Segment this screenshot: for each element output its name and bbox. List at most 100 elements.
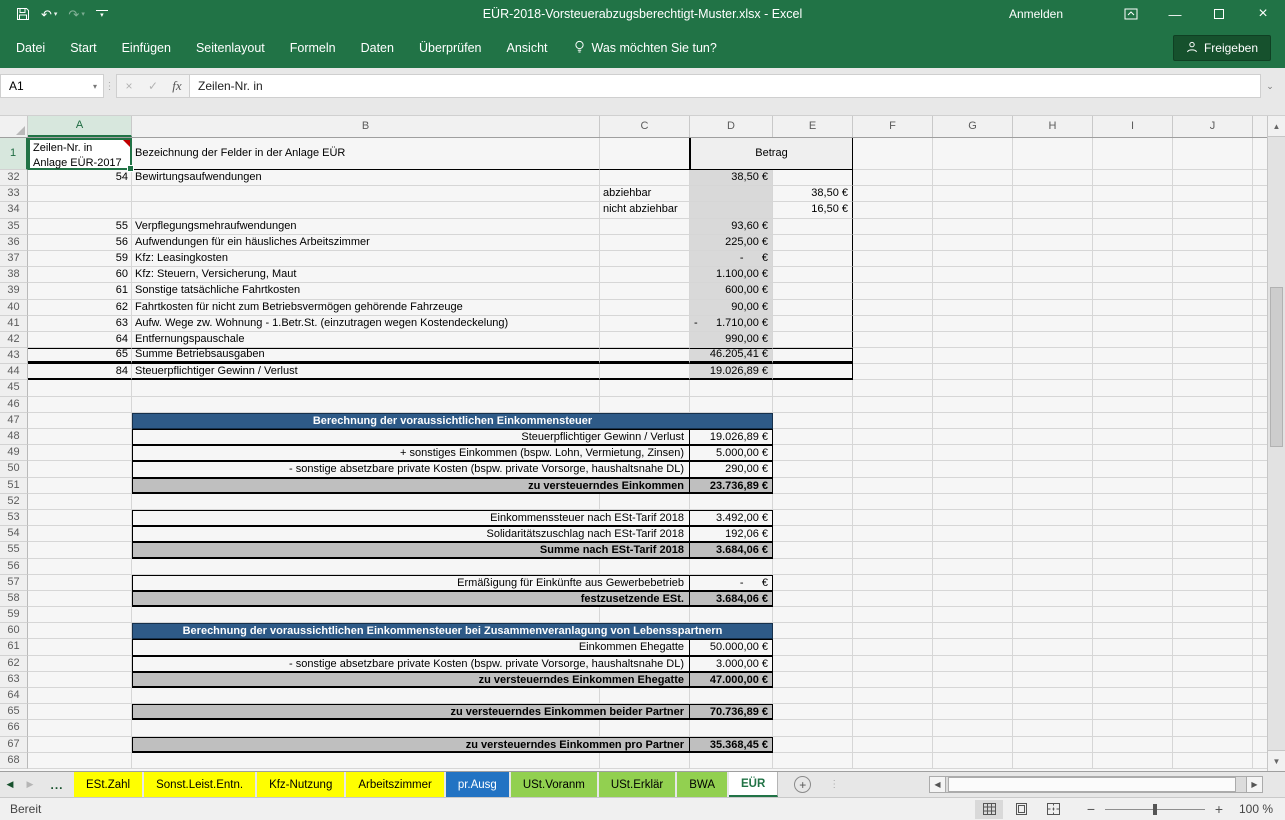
cells-F-J-row-32[interactable] bbox=[853, 170, 1267, 186]
cell-B41[interactable]: Aufw. Wege zw. Wohnung - 1.Betr.St. (ein… bbox=[132, 316, 600, 332]
cell-E67[interactable] bbox=[773, 737, 853, 753]
cell-D42[interactable]: 990,00 € bbox=[690, 332, 773, 348]
cell-A67[interactable] bbox=[28, 737, 132, 753]
cells-F-J-row-46[interactable] bbox=[853, 397, 1267, 413]
name-box-dropdown-icon[interactable]: ▾ bbox=[87, 82, 103, 91]
cell-E32[interactable] bbox=[773, 170, 853, 186]
cells-F-J-row-55[interactable] bbox=[853, 542, 1267, 558]
cell-E43[interactable] bbox=[773, 348, 853, 364]
cells-F-J-row-36[interactable] bbox=[853, 235, 1267, 251]
cell-B33[interactable] bbox=[132, 186, 600, 202]
cells-F-J-row-60[interactable] bbox=[853, 623, 1267, 639]
cell-E48[interactable] bbox=[773, 429, 853, 445]
cell-E46[interactable] bbox=[773, 397, 853, 413]
cell-A39[interactable]: 61 bbox=[28, 283, 132, 299]
undo-dropdown-icon[interactable]: ▾ bbox=[54, 11, 58, 18]
row-header-38[interactable]: 38 bbox=[0, 267, 28, 283]
cell-A61[interactable] bbox=[28, 639, 132, 655]
cells-F-J-row-68[interactable] bbox=[853, 753, 1267, 769]
cell-A55[interactable] bbox=[28, 542, 132, 558]
sheet-tab-sonst-leist-entn-[interactable]: Sonst.Leist.Entn. bbox=[144, 772, 257, 797]
cell-E59[interactable] bbox=[773, 607, 853, 623]
undo-icon[interactable]: ↶▾ bbox=[41, 8, 57, 21]
cell-E42[interactable] bbox=[773, 332, 853, 348]
cell-B42[interactable]: Entfernungspauschale bbox=[132, 332, 600, 348]
cell-B59[interactable] bbox=[132, 607, 600, 623]
cell-C56[interactable] bbox=[600, 559, 690, 575]
cell-E52[interactable] bbox=[773, 494, 853, 510]
row-header-64[interactable]: 64 bbox=[0, 688, 28, 704]
cells-F-J-row-54[interactable] bbox=[853, 526, 1267, 542]
scroll-up-icon[interactable]: ▲ bbox=[1268, 116, 1285, 137]
cell-A41[interactable]: 63 bbox=[28, 316, 132, 332]
cell-A56[interactable] bbox=[28, 559, 132, 575]
cells-F-J-row-65[interactable] bbox=[853, 704, 1267, 720]
cell-E57[interactable] bbox=[773, 575, 853, 591]
sheet-nav-left-icon[interactable]: ◀ bbox=[0, 772, 20, 797]
cell-E45[interactable] bbox=[773, 380, 853, 396]
row-header-59[interactable]: 59 bbox=[0, 607, 28, 623]
normal-view-icon[interactable] bbox=[975, 800, 1003, 819]
row-header-52[interactable]: 52 bbox=[0, 494, 28, 510]
vertical-scroll-track[interactable] bbox=[1268, 137, 1285, 750]
label-cell-B54[interactable]: Solidaritätszuschlag nach ESt-Tarif 2018 bbox=[132, 526, 690, 542]
cell-B43[interactable]: Summe Betriebsausgaben bbox=[132, 348, 600, 364]
label-cell-B50[interactable]: - sonstige absetzbare private Kosten (bs… bbox=[132, 461, 690, 477]
cells-F-J-row-66[interactable] bbox=[853, 720, 1267, 736]
sheet-tab-ust-voranm[interactable]: USt.Voranm bbox=[511, 772, 599, 797]
cell-B1[interactable]: Bezeichnung der Felder in der Anlage EÜR bbox=[132, 138, 600, 170]
value-cell-D48[interactable]: 19.026,89 € bbox=[690, 429, 773, 445]
sign-in-link[interactable]: Anmelden bbox=[1009, 7, 1063, 21]
row-header-61[interactable]: 61 bbox=[0, 639, 28, 655]
vertical-scrollbar[interactable]: ▲ ▼ bbox=[1267, 116, 1285, 771]
cell-D44[interactable]: 19.026,89 € bbox=[690, 364, 773, 380]
cells-F1-J1[interactable] bbox=[853, 138, 1267, 170]
cell-A1-selected[interactable]: Zeilen-Nr. in Anlage EÜR-2017 bbox=[28, 138, 132, 170]
cell-E41[interactable] bbox=[773, 316, 853, 332]
zoom-slider-track[interactable] bbox=[1105, 809, 1205, 810]
cell-A57[interactable] bbox=[28, 575, 132, 591]
cells-F-J-row-44[interactable] bbox=[853, 364, 1267, 380]
label-cell-B58[interactable]: festzusetzende ESt. bbox=[132, 591, 690, 607]
cell-A37[interactable]: 59 bbox=[28, 251, 132, 267]
cell-A48[interactable] bbox=[28, 429, 132, 445]
cell-B64[interactable] bbox=[132, 688, 600, 704]
cell-D38[interactable]: 1.100,00 € bbox=[690, 267, 773, 283]
label-cell-B62[interactable]: - sonstige absetzbare private Kosten (bs… bbox=[132, 656, 690, 672]
sheet-tab-pr-ausg[interactable]: pr.Ausg bbox=[446, 772, 511, 797]
row-header-63[interactable]: 63 bbox=[0, 672, 28, 688]
row-header-50[interactable]: 50 bbox=[0, 461, 28, 477]
formula-input[interactable]: Zeilen-Nr. in bbox=[189, 74, 1261, 98]
cell-E39[interactable] bbox=[773, 283, 853, 299]
cell-B38[interactable]: Kfz: Steuern, Versicherung, Maut bbox=[132, 267, 600, 283]
cell-E34[interactable]: 16,50 € bbox=[773, 202, 853, 218]
sheet-tab-arbeitszimmer[interactable]: Arbeitszimmer bbox=[346, 772, 445, 797]
cell-A43[interactable]: 65 bbox=[28, 348, 132, 364]
value-cell-D58[interactable]: 3.684,06 € bbox=[690, 591, 773, 607]
cell-B56[interactable] bbox=[132, 559, 600, 575]
cell-C68[interactable] bbox=[600, 753, 690, 769]
cell-C1[interactable] bbox=[600, 138, 690, 170]
section-header-row-60[interactable]: Berechnung der voraussichtlichen Einkomm… bbox=[132, 623, 773, 639]
cells-F-J-row-39[interactable] bbox=[853, 283, 1267, 299]
cells-F-J-row-41[interactable] bbox=[853, 316, 1267, 332]
cell-E38[interactable] bbox=[773, 267, 853, 283]
cell-A59[interactable] bbox=[28, 607, 132, 623]
label-cell-B51[interactable]: zu versteuerndes Einkommen bbox=[132, 478, 690, 494]
row-header-40[interactable]: 40 bbox=[0, 300, 28, 316]
horizontal-scroll-track[interactable] bbox=[946, 776, 1246, 793]
ribbon-tab-daten[interactable]: Daten bbox=[361, 41, 394, 55]
row-header-57[interactable]: 57 bbox=[0, 575, 28, 591]
label-cell-B63[interactable]: zu versteuerndes Einkommen Ehegatte bbox=[132, 672, 690, 688]
cells-F-J-row-38[interactable] bbox=[853, 267, 1267, 283]
sheet-tab-kfz-nutzung[interactable]: Kfz-Nutzung bbox=[257, 772, 346, 797]
cell-D64[interactable] bbox=[690, 688, 773, 704]
row-header-55[interactable]: 55 bbox=[0, 542, 28, 558]
cells-F-J-row-61[interactable] bbox=[853, 639, 1267, 655]
cell-D32[interactable]: 38,50 € bbox=[690, 170, 773, 186]
cell-D45[interactable] bbox=[690, 380, 773, 396]
row-header-45[interactable]: 45 bbox=[0, 380, 28, 396]
cell-A45[interactable] bbox=[28, 380, 132, 396]
cell-D68[interactable] bbox=[690, 753, 773, 769]
cell-D41[interactable]: -1.710,00 € bbox=[690, 316, 773, 332]
